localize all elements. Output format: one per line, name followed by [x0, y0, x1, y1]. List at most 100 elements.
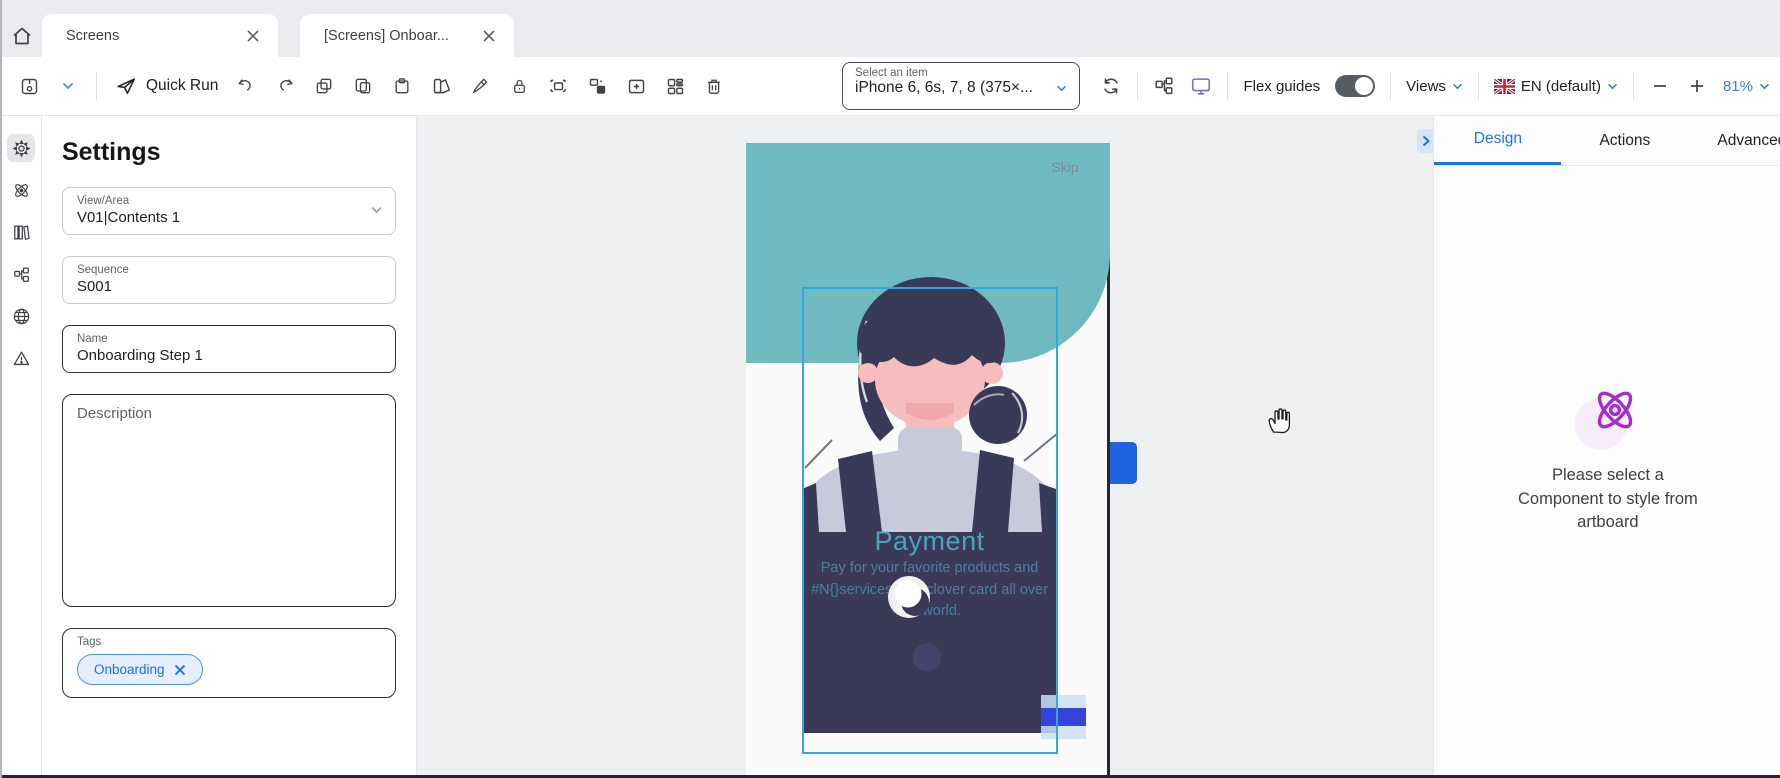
styles-palette-icon[interactable] [430, 75, 452, 97]
toggle-knob [1355, 77, 1373, 95]
description-input[interactable] [77, 405, 381, 596]
device-selector[interactable]: Select an item iPhone 6, 6s, 7, 8 (375×.… [842, 62, 1080, 110]
atom-icon [12, 181, 31, 200]
chevron-down-icon [370, 206, 383, 214]
chevron-down-icon [1056, 85, 1067, 92]
quick-run-icon [114, 75, 138, 97]
quick-run-label: Quick Run [146, 77, 218, 95]
tab-label: [Screens] Onboar... [324, 28, 478, 44]
divider [1633, 72, 1634, 100]
redo-icon[interactable] [274, 75, 296, 97]
brush-icon[interactable] [469, 75, 491, 97]
settings-panel-title: Settings [62, 138, 396, 167]
canvas[interactable]: Skip [417, 116, 1434, 775]
hand-cursor [1266, 405, 1293, 434]
inspector-panel: Design Actions Advanced Please select a … [1433, 116, 1780, 775]
name-field[interactable]: Name Onboarding Step 1 [62, 325, 396, 373]
quick-run-button[interactable]: Quick Run [114, 75, 218, 97]
tag-chip-onboarding[interactable]: Onboarding [77, 654, 203, 685]
language-label: EN (default) [1521, 78, 1601, 95]
undo-icon[interactable] [235, 75, 257, 97]
close-icon[interactable] [242, 25, 264, 47]
description-field[interactable] [62, 394, 396, 607]
toolbar: Quick Run [2, 57, 1780, 116]
tab-actions[interactable]: Actions [1561, 116, 1688, 165]
main-area: Settings View/Area V01|Contents 1 Sequen… [2, 116, 1780, 775]
tags-label: Tags [77, 636, 381, 648]
rail-components-button[interactable] [7, 176, 35, 204]
paste-icon[interactable] [391, 75, 413, 97]
sync-refresh-icon[interactable] [1100, 75, 1122, 97]
name-label: Name [77, 333, 381, 345]
rail-issues-button[interactable] [7, 344, 35, 372]
delete-trash-icon[interactable] [703, 75, 725, 97]
close-icon[interactable] [478, 25, 500, 47]
duplicate-icon[interactable] [313, 75, 335, 97]
components-grid-icon[interactable] [664, 75, 686, 97]
tab-screens[interactable]: Screens [42, 14, 278, 57]
flex-guides-toggle[interactable] [1335, 75, 1375, 97]
copy-icon[interactable] [352, 75, 374, 97]
language-dropdown[interactable]: EN (default) [1494, 78, 1618, 95]
home-icon [10, 24, 34, 48]
divider [1390, 72, 1391, 100]
preview-monitor-icon[interactable] [1190, 75, 1212, 97]
view-area-label: View/Area [77, 195, 381, 207]
sequence-value: S001 [77, 278, 381, 295]
divider [1227, 72, 1228, 100]
name-value: Onboarding Step 1 [77, 347, 381, 364]
uk-flag-icon [1494, 79, 1515, 94]
tab-label: Screens [66, 28, 242, 44]
paste-style-icon[interactable] [586, 75, 608, 97]
add-frame-icon[interactable] [625, 75, 647, 97]
tab-design[interactable]: Design [1434, 116, 1561, 165]
component-atom-icon [1589, 384, 1641, 436]
tab-bar: Screens [Screens] Onboar... [2, 0, 1780, 57]
warning-triangle-icon [12, 349, 31, 368]
panel-collapse-button[interactable] [1417, 129, 1433, 153]
remove-tag-icon[interactable] [174, 664, 186, 676]
copy-style-icon[interactable] [547, 75, 569, 97]
zoom-out-icon[interactable] [1649, 75, 1671, 97]
tab-screens-onboarding[interactable]: [Screens] Onboar... [300, 14, 514, 57]
home-button[interactable] [2, 14, 42, 57]
divider [96, 72, 97, 100]
settings-panel: Settings View/Area V01|Contents 1 Sequen… [42, 116, 417, 775]
zoom-level-value: 81% [1723, 78, 1753, 95]
library-books-icon [12, 223, 31, 242]
sequence-field[interactable]: Sequence S001 [62, 256, 396, 304]
zoom-in-icon[interactable] [1686, 75, 1708, 97]
rail-flow-button[interactable] [7, 260, 35, 288]
tags-field[interactable]: Tags Onboarding [62, 628, 396, 698]
divider [1137, 72, 1138, 100]
save-button[interactable] [18, 75, 40, 97]
left-icon-rail [2, 116, 42, 775]
views-dropdown[interactable]: Views [1406, 78, 1463, 95]
inspector-empty-state: Please select a Component to style from … [1434, 384, 1780, 535]
selection-rectangle[interactable] [802, 287, 1058, 754]
tab-advanced[interactable]: Advanced [1688, 116, 1780, 165]
rail-library-button[interactable] [7, 218, 35, 246]
flex-guides-label: Flex guides [1243, 78, 1320, 95]
divider [1478, 72, 1479, 100]
empty-state-message: Please select a Component to style from … [1518, 464, 1698, 535]
view-area-value: V01|Contents 1 [77, 209, 381, 226]
views-label: Views [1406, 78, 1446, 95]
chevron-right-icon [1422, 135, 1430, 147]
view-area-select[interactable]: View/Area V01|Contents 1 [62, 187, 396, 235]
artboard-phone[interactable]: Skip [746, 143, 1110, 775]
flex-guide-handle[interactable] [1110, 442, 1137, 484]
gear-icon [12, 139, 31, 158]
toolbar-right-group: Flex guides Views EN (default) [1100, 57, 1770, 115]
flow-tree-icon [12, 265, 31, 284]
app-window: Screens [Screens] Onboar... [0, 0, 1780, 778]
save-options-chevron-icon[interactable] [57, 75, 79, 97]
zoom-level-dropdown[interactable]: 81% [1723, 78, 1770, 95]
rail-localization-button[interactable] [7, 302, 35, 330]
tag-chip-label: Onboarding [94, 662, 165, 677]
lock-icon[interactable] [508, 75, 530, 97]
rail-settings-button[interactable] [7, 134, 35, 162]
toolbar-left-group: Quick Run [2, 72, 725, 100]
layers-tree-icon[interactable] [1153, 75, 1175, 97]
inspector-tabs: Design Actions Advanced [1434, 116, 1780, 166]
